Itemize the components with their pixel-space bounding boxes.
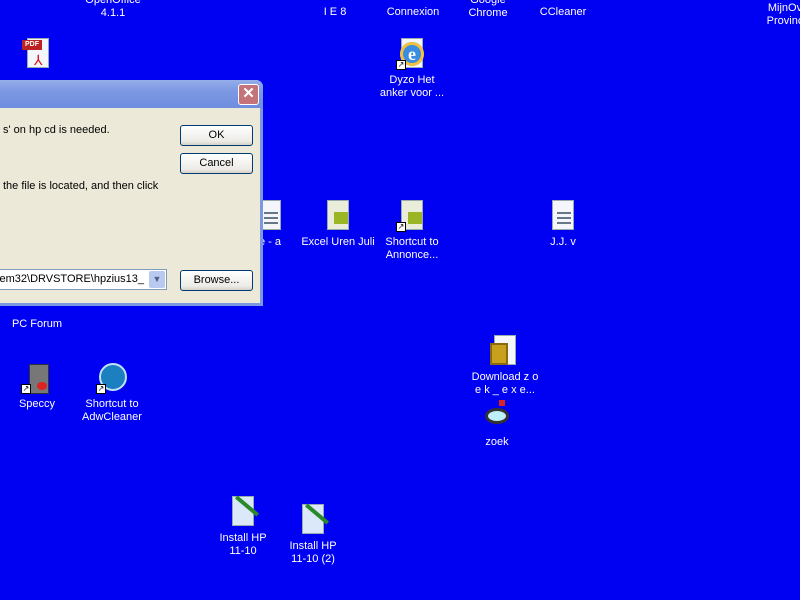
desktop-icon-label: Excel Uren Juli xyxy=(301,236,375,248)
desktop-icon[interactable]: I E 8 xyxy=(295,0,375,19)
cancel-button[interactable]: Cancel xyxy=(180,153,253,174)
desktop-icon-label: I E 8 xyxy=(323,6,347,18)
desktop-icon-label: J.J. v xyxy=(550,236,576,248)
desktop-icon[interactable]: Download z o e k _ e x e... xyxy=(465,335,545,397)
desktop-icon-label: Install HP 11-10 (2) xyxy=(289,540,337,565)
image-file-icon xyxy=(489,335,521,367)
desktop-icon[interactable]: zoek xyxy=(457,400,537,449)
desktop-icon[interactable]: OpenOffice 4.1.1 xyxy=(73,0,153,20)
desktop-icon[interactable]: Install HP 11-10 (2) xyxy=(273,503,353,566)
speccy-icon: ↗ xyxy=(21,362,53,394)
desktop-icon[interactable]: Connexion xyxy=(373,0,453,19)
ok-button[interactable]: OK xyxy=(180,125,253,146)
app-icon xyxy=(397,0,429,2)
desktop-icon-label: Shortcut to AdwCleaner xyxy=(82,398,142,423)
desktop-icon[interactable]: Excel Uren Juli xyxy=(298,200,378,249)
spreadsheet-icon xyxy=(322,200,354,232)
desktop-icon-label: zoek xyxy=(485,436,509,448)
spreadsheet-shortcut-icon: ↗ xyxy=(396,200,428,232)
document-icon xyxy=(547,200,579,232)
paint-file-icon xyxy=(297,503,330,536)
dialog-titlebar[interactable]: ✕ xyxy=(0,80,263,108)
desktop-icon-label: Connexion xyxy=(386,6,440,18)
adwcleaner-icon: ↗ xyxy=(96,362,128,394)
desktop-icon[interactable]: e ↗ Dyzo Het anker voor ... xyxy=(372,38,452,100)
desktop-icon-label: Install HP 11-10 xyxy=(219,532,267,557)
close-button[interactable]: ✕ xyxy=(238,84,259,105)
ie-shortcut-icon: e ↗ xyxy=(396,38,428,70)
copy-from-path-combobox[interactable]: em32\DRVSTORE\hpzius13_ ▼ xyxy=(0,269,167,290)
desktop-icon-label: MijnOv Provinc xyxy=(766,2,800,27)
ie-icon xyxy=(319,0,351,2)
desktop-icon[interactable]: Install HP 11-10 xyxy=(203,495,283,558)
ccleaner-icon xyxy=(547,0,579,2)
chevron-down-icon[interactable]: ▼ xyxy=(149,271,165,288)
desktop-icon[interactable]: ↗ Shortcut to AdwCleaner xyxy=(72,362,152,424)
desktop-icon[interactable]: Google Chrome xyxy=(448,0,528,20)
desktop-icon[interactable]: MijnOv Provinc xyxy=(745,0,800,28)
desktop-icon[interactable]: ↗ Speccy xyxy=(0,362,77,411)
desktop-icon[interactable]: PDF ⅄ xyxy=(0,38,78,74)
desktop-icon-label: Google Chrome xyxy=(468,0,508,19)
desktop-icon[interactable]: ↗ Shortcut to Annonce... xyxy=(372,200,452,262)
desktop-icon[interactable]: J.J. v xyxy=(523,200,603,249)
dialog-message-line1: s' on hp cd is needed. xyxy=(3,124,110,136)
desktop-icon-label: CCleaner xyxy=(539,6,587,18)
paint-file-icon xyxy=(227,495,260,528)
pdf-icon: PDF ⅄ xyxy=(22,38,54,70)
desktop-icon-label: Speccy xyxy=(18,398,56,410)
path-value: em32\DRVSTORE\hpzius13_ xyxy=(0,273,144,285)
desktop-icon-label: OpenOffice 4.1.1 xyxy=(85,0,141,19)
desktop-icon-label: PC Forum xyxy=(11,318,63,330)
magnifier-icon xyxy=(481,400,513,432)
browse-button[interactable]: Browse... xyxy=(180,270,253,291)
desktop-icon[interactable]: CCleaner xyxy=(523,0,603,19)
dialog-message-line2: the file is located, and then click xyxy=(3,180,159,192)
files-needed-dialog: ✕ s' on hp cd is needed. the file is loc… xyxy=(0,80,263,306)
desktop-icon-label: Dyzo Het anker voor ... xyxy=(379,74,445,99)
desktop-icon-label: Shortcut to Annonce... xyxy=(385,236,439,261)
desktop-icon-label: Download z o e k _ e x e... xyxy=(471,371,539,396)
